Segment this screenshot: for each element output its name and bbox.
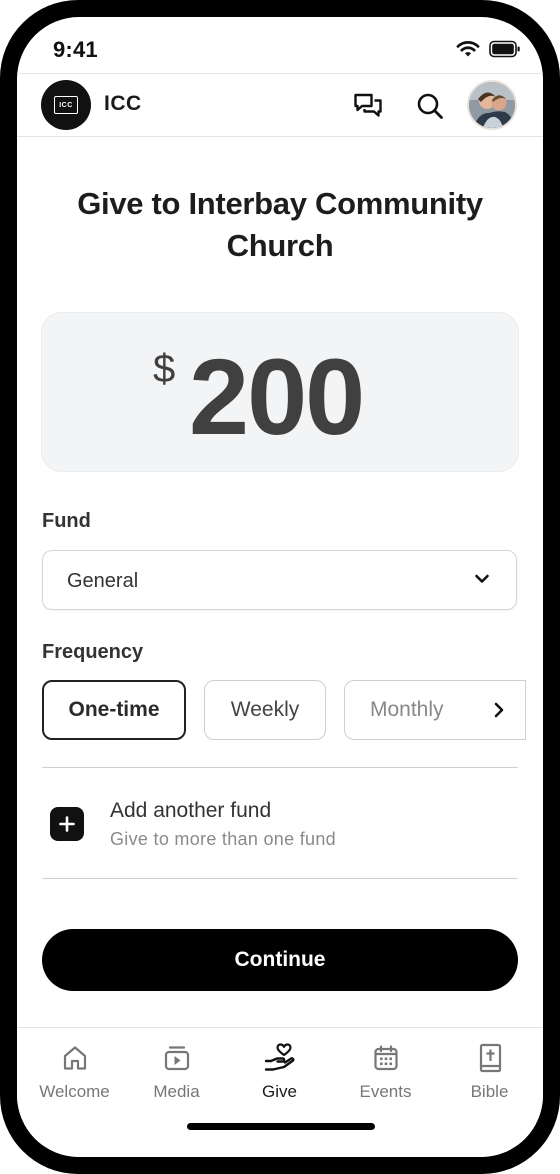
page-title: Give to Interbay Community Church bbox=[77, 186, 483, 263]
bible-icon bbox=[437, 1042, 542, 1074]
app-header: ICC ICC bbox=[17, 73, 543, 137]
add-fund-subtitle: Give to more than one fund bbox=[110, 829, 336, 849]
chevron-down-icon bbox=[474, 571, 490, 592]
tab-bar: Welcome Media Give Events Bible bbox=[17, 1027, 543, 1157]
status-icons bbox=[455, 39, 521, 64]
frequency-option-one-time[interactable]: One-time bbox=[42, 680, 186, 740]
add-fund-title: Add another fund bbox=[110, 799, 272, 822]
search-icon[interactable] bbox=[415, 91, 445, 121]
org-logo[interactable]: ICC bbox=[41, 80, 91, 130]
plus-icon bbox=[50, 807, 84, 841]
tab-welcome[interactable]: Welcome bbox=[22, 1042, 127, 1102]
chat-icon[interactable] bbox=[353, 91, 383, 121]
fund-label: Fund bbox=[42, 510, 91, 532]
tab-bible[interactable]: Bible bbox=[437, 1042, 542, 1102]
tab-media[interactable]: Media bbox=[124, 1042, 229, 1102]
battery-icon bbox=[489, 40, 521, 63]
add-fund-row[interactable]: Add another fund Give to more than one f… bbox=[42, 767, 518, 879]
media-icon bbox=[124, 1042, 229, 1074]
tab-label: Give bbox=[262, 1082, 297, 1101]
continue-button[interactable]: Continue bbox=[42, 929, 518, 991]
tab-label: Events bbox=[359, 1082, 412, 1101]
status-bar: 9:41 bbox=[17, 17, 543, 73]
frequency-option-weekly[interactable]: Weekly bbox=[204, 680, 326, 740]
avatar[interactable] bbox=[467, 80, 517, 130]
calendar-icon bbox=[333, 1042, 438, 1074]
screen: 9:41 ICC ICC Give to Interbay Community … bbox=[17, 17, 543, 1157]
divider bbox=[42, 878, 518, 879]
org-name: ICC bbox=[104, 92, 142, 115]
give-icon bbox=[227, 1042, 332, 1074]
tab-events[interactable]: Events bbox=[333, 1042, 438, 1102]
fund-selected-value: General bbox=[67, 570, 139, 592]
tab-label: Media bbox=[153, 1082, 200, 1101]
amount-value[interactable]: 200 bbox=[189, 337, 365, 457]
tab-label: Bible bbox=[470, 1082, 509, 1101]
currency-symbol: $ bbox=[153, 347, 176, 391]
logo-mark: ICC bbox=[54, 96, 78, 114]
tab-label: Welcome bbox=[39, 1082, 110, 1101]
fund-select[interactable]: General bbox=[42, 550, 517, 610]
status-time: 9:41 bbox=[53, 37, 98, 62]
device-frame: 9:41 ICC ICC Give to Interbay Community … bbox=[0, 0, 560, 1174]
home-indicator[interactable] bbox=[187, 1123, 375, 1130]
wifi-icon bbox=[455, 39, 481, 64]
tab-give[interactable]: Give bbox=[227, 1042, 332, 1102]
frequency-label: Frequency bbox=[42, 641, 144, 663]
chevron-right-icon[interactable] bbox=[473, 680, 526, 740]
home-icon bbox=[22, 1042, 127, 1074]
